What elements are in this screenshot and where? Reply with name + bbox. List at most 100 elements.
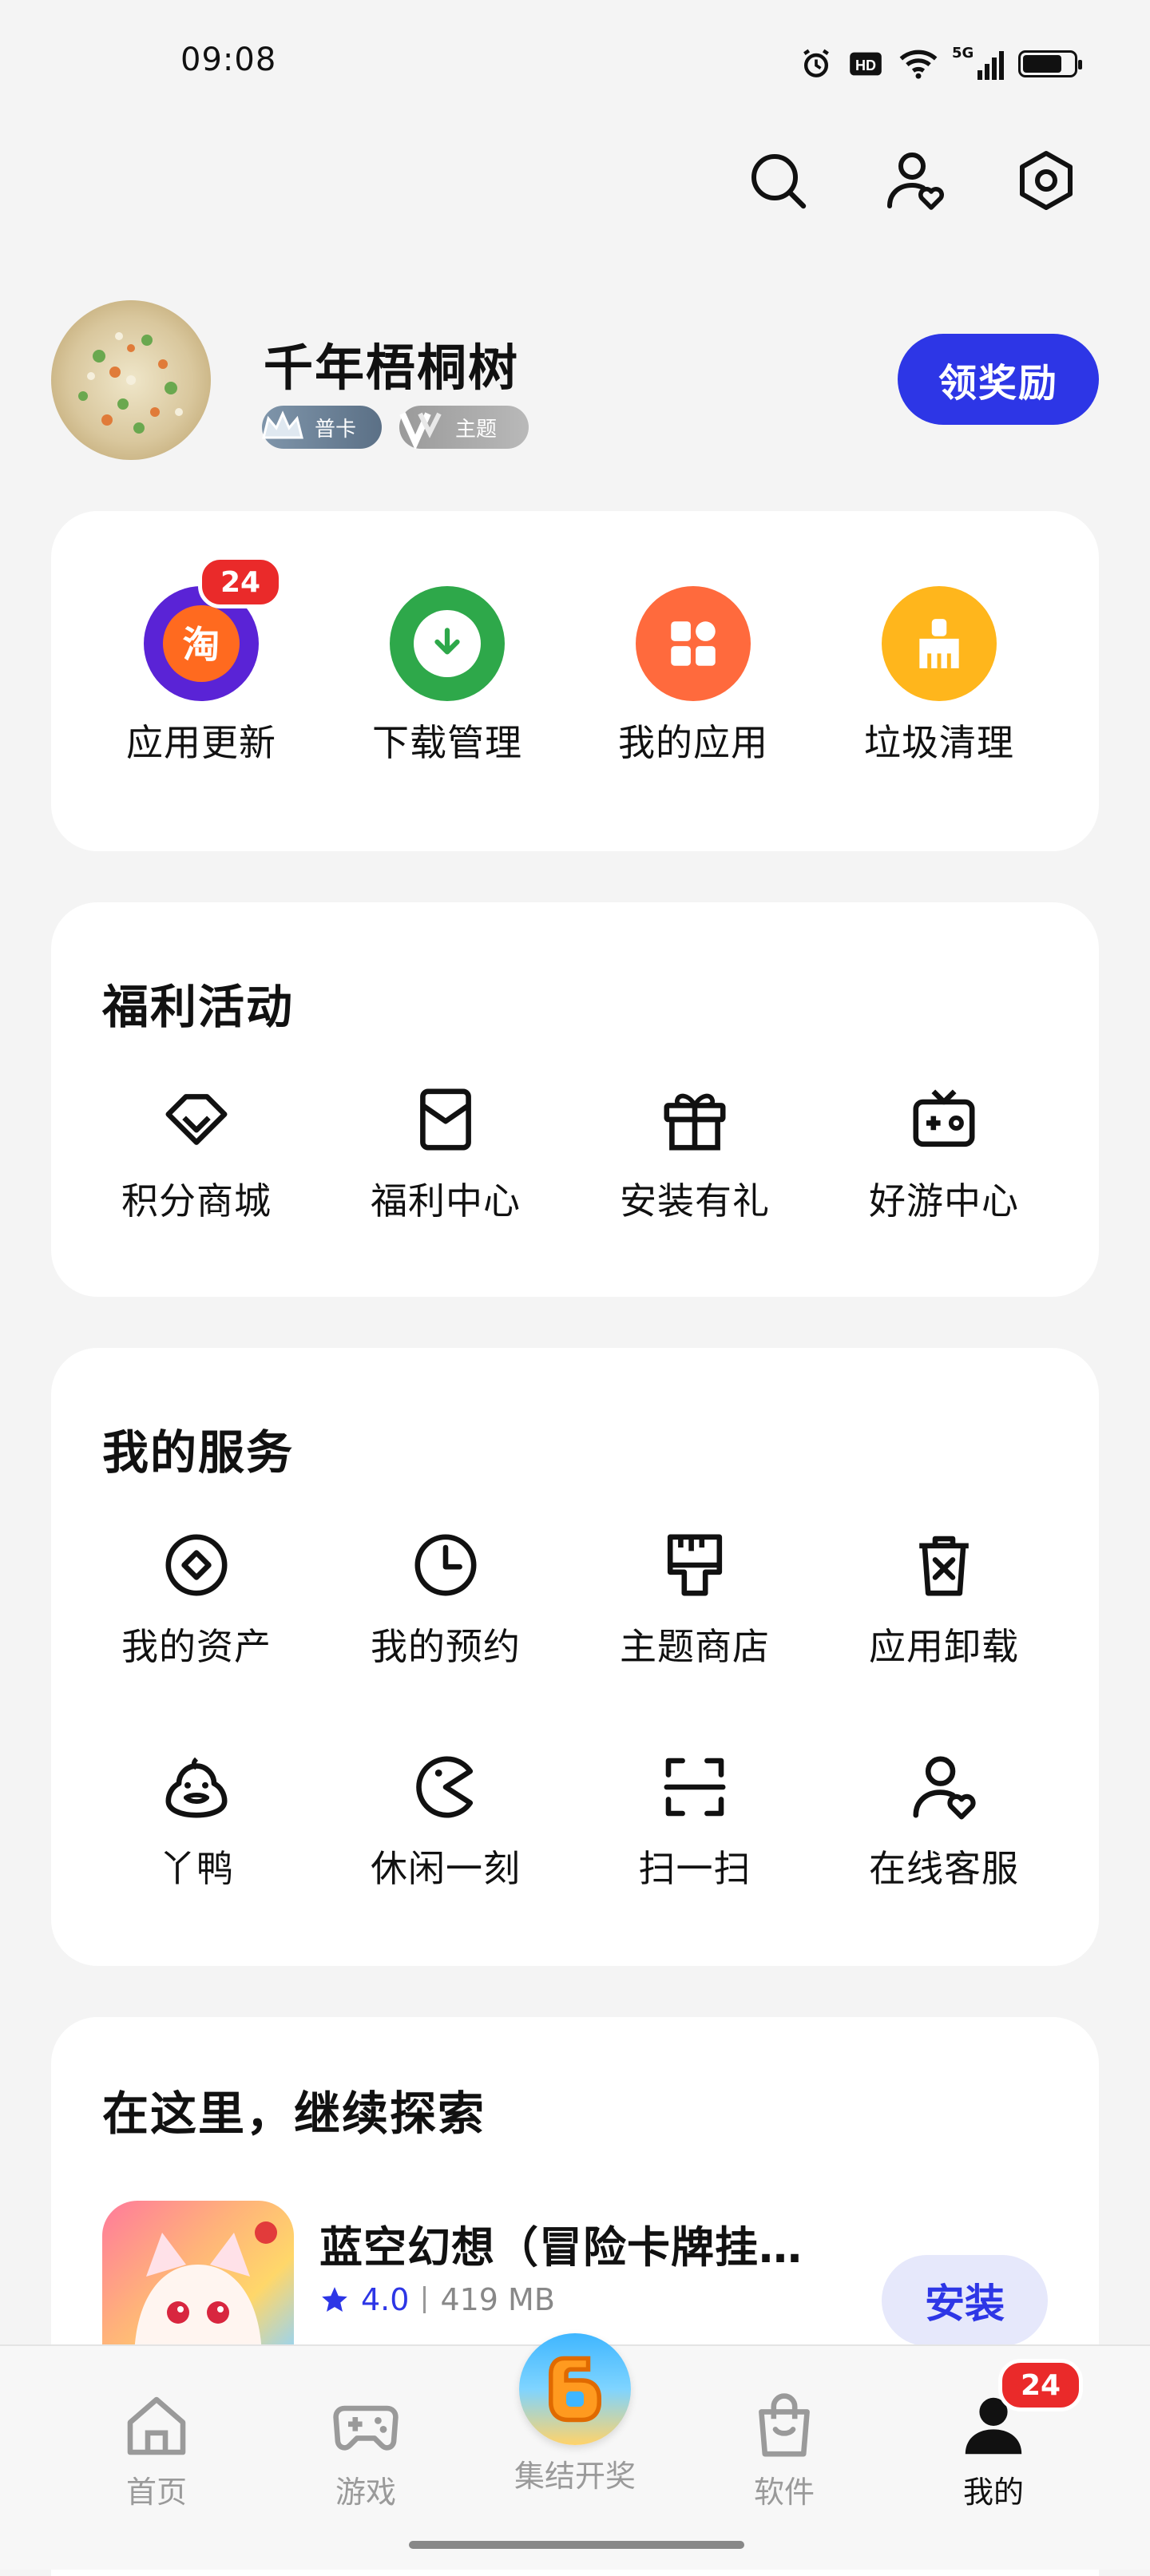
benefit-label: 好游中心: [869, 1179, 1019, 1223]
service-label: 休闲一刻: [371, 1847, 521, 1890]
star-icon: [322, 2287, 347, 2312]
envelope-icon: [406, 1080, 486, 1159]
signal-icon: 5G: [952, 45, 1004, 80]
benefit-game-center[interactable]: 好游中心: [848, 1080, 1040, 1225]
quick-action-label: 垃圾清理: [864, 721, 1014, 764]
update-count-badge: 24: [198, 556, 283, 608]
app-grid-icon: [636, 586, 751, 701]
svg-text:淘: 淘: [183, 624, 220, 668]
nav-software[interactable]: 软件: [704, 2391, 864, 2511]
nav-label: 我的: [962, 2475, 1024, 2510]
svg-text:HD: HD: [855, 57, 876, 73]
service-my-assets[interactable]: 我的资产: [101, 1525, 292, 1670]
membership-badge-label: 普卡: [315, 417, 357, 442]
user-heart-icon[interactable]: [883, 149, 947, 212]
shopping-bag-icon: [759, 2393, 810, 2457]
nav-mine[interactable]: 我的 24: [914, 2359, 1083, 2511]
service-my-reservations[interactable]: 我的预约: [350, 1525, 541, 1670]
broom-icon: [882, 586, 997, 701]
pacman-icon: [406, 1747, 486, 1827]
app-icon[interactable]: [102, 2201, 294, 2360]
app-meta: 4.0 419 MB: [319, 2282, 555, 2317]
crown-icon: [262, 410, 303, 439]
paint-brush-icon: [655, 1525, 735, 1605]
scan-icon: [655, 1747, 735, 1827]
meta-divider: [423, 2286, 426, 2313]
alarm-icon: [803, 49, 829, 77]
quick-actions-card: 淘 24 应用更新 下载管理 我的应用 垃圾清理: [51, 511, 1099, 851]
quick-action-label: 我的应用: [618, 721, 768, 764]
gift-icon: [655, 1080, 735, 1159]
nav-label: 首页: [125, 2475, 187, 2510]
user-heart-icon: [904, 1747, 984, 1827]
bottom-nav: 首页 游戏 集结开奖 软件 我的 24: [0, 2333, 1150, 2570]
tv-gamepad-icon: [904, 1080, 984, 1159]
service-customer-support[interactable]: 在线客服: [848, 1747, 1040, 1892]
benefit-points-mall[interactable]: 积分商城: [101, 1080, 292, 1225]
nav-home[interactable]: 首页: [77, 2391, 236, 2511]
explore-title: 在这里，继续探索: [102, 2087, 486, 2141]
service-theme-store[interactable]: 主题商店: [599, 1525, 791, 1670]
install-button[interactable]: 安装: [882, 2255, 1048, 2346]
theme-badge-label: 主题: [455, 417, 498, 442]
benefit-label: 积分商城: [121, 1179, 272, 1223]
quick-action-label: 应用更新: [126, 721, 276, 764]
benefit-label: 福利中心: [371, 1179, 521, 1223]
nav-games[interactable]: 游戏: [286, 2391, 446, 2511]
trash-icon: [904, 1525, 984, 1605]
benefit-welfare-center[interactable]: 福利中心: [350, 1080, 541, 1225]
app-size: 419 MB: [440, 2282, 555, 2317]
benefit-install-gift[interactable]: 安装有礼: [599, 1080, 791, 1225]
service-label: 应用卸载: [869, 1625, 1019, 1668]
nav-label: 游戏: [335, 2475, 396, 2510]
quick-action-app-update[interactable]: 淘 24 应用更新: [105, 556, 297, 767]
services-card: 我的服务 我的资产 我的预约 主题商店 应用卸载 丫鸭 休闲一刻 扫一扫 在线客…: [51, 1348, 1099, 1966]
home-icon: [127, 2396, 186, 2455]
theme-v-icon: [399, 412, 442, 449]
battery-icon: [1018, 50, 1082, 77]
wifi-icon: [899, 50, 938, 79]
service-leisure[interactable]: 休闲一刻: [350, 1747, 541, 1892]
nav-label: 软件: [753, 2475, 815, 2510]
service-app-uninstall[interactable]: 应用卸载: [848, 1525, 1040, 1670]
benefits-title: 福利活动: [102, 980, 295, 1034]
theme-badge[interactable]: 主题: [399, 406, 529, 449]
network-type-label: 5G: [952, 45, 974, 61]
service-scan[interactable]: 扫一扫: [599, 1747, 791, 1892]
benefit-label: 安装有礼: [620, 1179, 770, 1223]
download-arrow-icon: [390, 586, 505, 701]
claim-reward-button[interactable]: 领奖励: [898, 334, 1099, 425]
quick-action-cleanup[interactable]: 垃圾清理: [843, 586, 1035, 767]
service-label: 在线客服: [869, 1847, 1019, 1890]
status-time: 09:08: [180, 42, 277, 78]
app-rating: 4.0: [361, 2282, 410, 2317]
service-label: 丫鸭: [159, 1847, 234, 1890]
diamond-icon: [157, 1080, 236, 1159]
home-indicator[interactable]: [409, 2541, 744, 2549]
username: 千年梧桐树: [264, 339, 520, 397]
nav-event[interactable]: 集结开奖: [495, 2333, 655, 2495]
service-duck[interactable]: 丫鸭: [101, 1747, 292, 1892]
search-icon[interactable]: [746, 149, 810, 212]
taobao-app-icon: 淘 24: [144, 556, 283, 701]
app-name[interactable]: 蓝空幻想（冒险卡牌挂…: [319, 2212, 803, 2275]
nav-label: 集结开奖: [514, 2459, 636, 2494]
service-label: 扫一扫: [638, 1847, 751, 1890]
service-label: 主题商店: [620, 1625, 770, 1668]
settings-hex-icon[interactable]: [1014, 149, 1078, 212]
status-icons: HD 5G: [799, 45, 1082, 83]
assets-icon: [157, 1525, 236, 1605]
hd-icon: HD: [850, 52, 882, 76]
duck-icon: [157, 1747, 236, 1827]
avatar[interactable]: [51, 300, 211, 460]
membership-badge[interactable]: 普卡: [262, 406, 382, 449]
mine-notification-badge: 24: [998, 2359, 1083, 2412]
service-label: 我的预约: [371, 1625, 521, 1668]
benefits-card: 福利活动 积分商城 福利中心 安装有礼 好游中心: [51, 902, 1099, 1297]
event-6-icon: [519, 2333, 631, 2445]
quick-action-my-apps[interactable]: 我的应用: [597, 586, 789, 767]
quick-action-label: 下载管理: [372, 721, 522, 764]
clock-icon: [406, 1525, 486, 1605]
gamepad-icon: [333, 2405, 399, 2451]
quick-action-download[interactable]: 下载管理: [351, 586, 543, 767]
